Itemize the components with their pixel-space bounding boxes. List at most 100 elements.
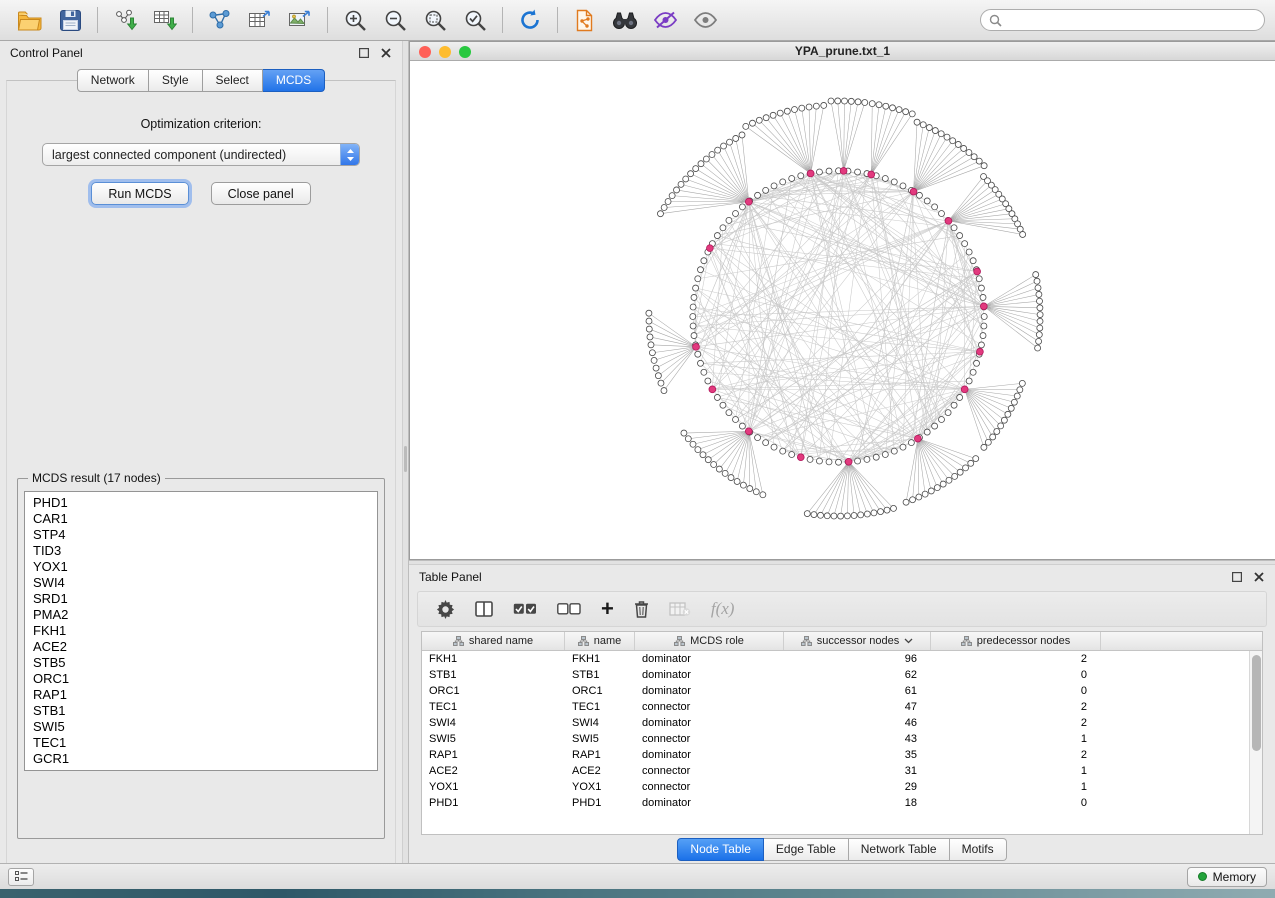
float-panel-icon[interactable] [358, 47, 370, 59]
table-row[interactable]: ACE2ACE2connector311 [422, 763, 1262, 779]
result-node[interactable]: CAR1 [33, 511, 369, 527]
tab-style[interactable]: Style [149, 69, 203, 92]
result-node[interactable]: STB1 [33, 703, 369, 719]
float-table-panel-icon[interactable] [1231, 571, 1243, 583]
close-panel-button[interactable]: Close panel [211, 182, 311, 205]
result-node[interactable]: SRD1 [33, 591, 369, 607]
result-node[interactable]: STB5 [33, 655, 369, 671]
cell-predecessor-nodes: 0 [931, 683, 1101, 699]
memory-label: Memory [1213, 870, 1256, 884]
export-table-button[interactable] [240, 4, 280, 36]
deselect-all-button[interactable] [557, 597, 581, 621]
zoom-selected-button[interactable] [455, 4, 495, 36]
mcds-result-list[interactable]: PHD1CAR1STP4TID3YOX1SWI4SRD1PMA2FKH1ACE2… [24, 491, 378, 771]
zoom-out-button[interactable] [375, 4, 415, 36]
zoom-in-button[interactable] [335, 4, 375, 36]
result-node[interactable]: FKH1 [33, 623, 369, 639]
show-panels-button[interactable] [8, 868, 34, 886]
vertical-splitter[interactable] [402, 41, 409, 863]
network-canvas[interactable] [410, 61, 1275, 559]
delete-column-button[interactable] [634, 597, 649, 621]
refresh-button[interactable] [510, 4, 550, 36]
table-row[interactable]: SWI5SWI5connector431 [422, 731, 1262, 747]
cell-name: TEC1 [565, 699, 635, 715]
table-row[interactable]: YOX1YOX1connector291 [422, 779, 1262, 795]
tab-mcds[interactable]: MCDS [263, 69, 325, 92]
run-mcds-button[interactable]: Run MCDS [91, 182, 188, 205]
result-node[interactable]: ACE2 [33, 639, 369, 655]
result-node[interactable]: RAP1 [33, 687, 369, 703]
share-document-button[interactable] [565, 4, 605, 36]
panel-spacer [7, 205, 395, 471]
result-node[interactable]: TEC1 [33, 735, 369, 751]
result-node[interactable]: GCR1 [33, 751, 369, 767]
window-close-button[interactable] [419, 46, 431, 58]
table-row[interactable]: RAP1RAP1dominator352 [422, 747, 1262, 763]
column-header-shared-name[interactable]: shared name [422, 632, 565, 650]
result-node[interactable]: STP4 [33, 527, 369, 543]
result-node[interactable]: PHD1 [33, 495, 369, 511]
network-graph[interactable] [410, 61, 1275, 559]
window-maximize-button[interactable] [459, 46, 471, 58]
zoom-fit-button[interactable] [415, 4, 455, 36]
table-row[interactable]: FKH1FKH1dominator962 [422, 651, 1262, 667]
tab-network[interactable]: Network [77, 69, 149, 92]
import-table-button[interactable] [145, 4, 185, 36]
create-column-button[interactable]: + [601, 597, 614, 621]
status-bar: Memory [0, 863, 1275, 889]
tab-select[interactable]: Select [203, 69, 263, 92]
close-panel-icon[interactable] [380, 47, 392, 59]
column-header-name[interactable]: name [565, 632, 635, 650]
scrollbar-thumb[interactable] [1252, 655, 1261, 751]
criterion-value: largest connected component (undirected) [43, 148, 340, 162]
show-details-button[interactable] [685, 4, 725, 36]
result-node[interactable]: PMA2 [33, 607, 369, 623]
table-settings-button[interactable] [436, 597, 455, 621]
save-session-button[interactable] [50, 4, 90, 36]
toolbar-separator [97, 7, 98, 33]
show-columns-button[interactable] [475, 597, 493, 621]
search-input[interactable] [1007, 13, 1256, 27]
table-row[interactable]: SWI4SWI4dominator462 [422, 715, 1262, 731]
table-row[interactable]: ORC1ORC1dominator610 [422, 683, 1262, 699]
columns-icon [475, 601, 493, 617]
memory-button[interactable]: Memory [1187, 867, 1267, 887]
optimization-label: Optimization criterion: [7, 117, 395, 131]
window-minimize-button[interactable] [439, 46, 451, 58]
criterion-dropdown[interactable]: largest connected component (undirected) [42, 143, 360, 166]
search-box[interactable] [980, 9, 1265, 31]
cell-MCDS-role: connector [635, 731, 784, 747]
close-table-panel-icon[interactable] [1253, 571, 1265, 583]
cell-name: ACE2 [565, 763, 635, 779]
new-network-button[interactable] [200, 4, 240, 36]
table-row[interactable]: PHD1PHD1dominator180 [422, 795, 1262, 811]
import-network-button[interactable] [105, 4, 145, 36]
column-header-MCDS-role[interactable]: MCDS role [635, 632, 784, 650]
table-row[interactable]: STB1STB1dominator620 [422, 667, 1262, 683]
result-node[interactable]: SWI4 [33, 575, 369, 591]
find-button[interactable] [605, 4, 645, 36]
right-column: YPA_prune.txt_1 Table Panel [409, 41, 1275, 863]
result-node[interactable]: TID3 [33, 543, 369, 559]
result-node[interactable]: SWI5 [33, 719, 369, 735]
export-image-button[interactable] [280, 4, 320, 36]
column-header-successor-nodes[interactable]: successor nodes [784, 632, 931, 650]
function-builder-button[interactable]: f(x) [711, 599, 735, 619]
tab-node-table[interactable]: Node Table [677, 838, 764, 861]
tab-network-table[interactable]: Network Table [849, 838, 950, 861]
select-all-button[interactable] [513, 597, 537, 621]
tab-edge-table[interactable]: Edge Table [764, 838, 849, 861]
cell-predecessor-nodes: 2 [931, 651, 1101, 667]
open-session-button[interactable] [10, 4, 50, 36]
table-row[interactable]: TEC1TEC1connector472 [422, 699, 1262, 715]
cell-MCDS-role: dominator [635, 747, 784, 763]
table-scrollbar[interactable] [1249, 651, 1262, 834]
column-header-predecessor-nodes[interactable]: predecessor nodes [931, 632, 1101, 650]
result-node[interactable]: ORC1 [33, 671, 369, 687]
cell-predecessor-nodes: 2 [931, 747, 1101, 763]
hide-details-button[interactable] [645, 4, 685, 36]
splitter-handle[interactable] [404, 446, 407, 472]
toolbar-separator [557, 7, 558, 33]
result-node[interactable]: YOX1 [33, 559, 369, 575]
tab-motifs[interactable]: Motifs [950, 838, 1007, 861]
